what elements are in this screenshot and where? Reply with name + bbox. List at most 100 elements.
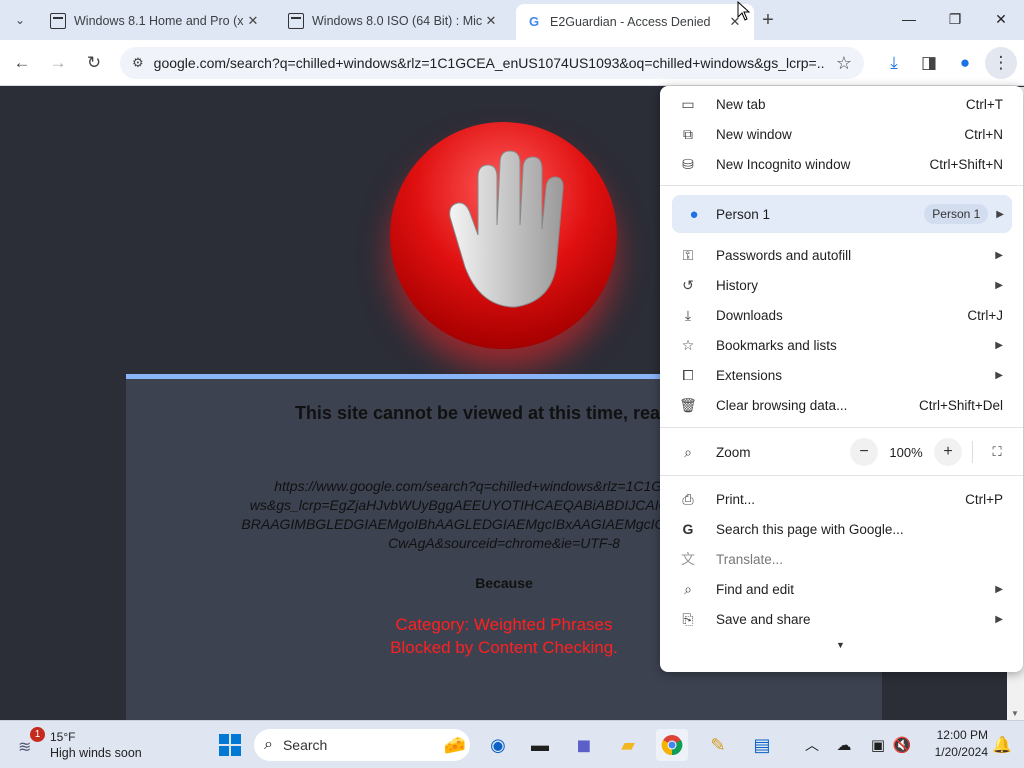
menu-item-translate[interactable]: 文 Translate...: [660, 544, 1023, 574]
restore-button[interactable]: ❐: [932, 0, 978, 38]
taskbar-app-notepad[interactable]: ▤: [746, 729, 778, 761]
chat-icon: ◼: [576, 734, 592, 755]
mouse-cursor-icon: [737, 1, 751, 21]
terminal-icon: ▬: [531, 734, 549, 755]
menu-item-find-edit[interactable]: ⌕ Find and edit ▶: [660, 574, 1023, 604]
zoom-level: 100%: [889, 444, 923, 460]
menu-item-incognito[interactable]: ⛁ New Incognito window Ctrl+Shift+N: [660, 149, 1023, 179]
arrow-left-icon: ←: [13, 53, 31, 72]
chevron-down-icon: ⌄: [14, 13, 26, 27]
menu-item-passwords[interactable]: ⚿ Passwords and autofill ▶: [660, 240, 1023, 270]
chevron-up-icon: ︿: [805, 737, 819, 753]
taskbar-app-chrome[interactable]: [656, 729, 688, 761]
menu-item-print[interactable]: ⎙ Print... Ctrl+P: [660, 484, 1023, 514]
close-icon: ✕: [995, 10, 1007, 27]
star-icon: ☆: [681, 336, 695, 353]
taskbar-app-paint[interactable]: ✎: [702, 729, 734, 761]
clock[interactable]: 12:00 PM 1/20/2024: [918, 727, 988, 761]
new-tab-icon: ▭: [681, 95, 695, 112]
menu-button[interactable]: ⋮: [985, 47, 1017, 79]
windows-icon: [219, 734, 241, 756]
puzzle-icon: ⧠: [682, 366, 694, 383]
google-icon: G: [682, 521, 694, 537]
tab-windows-80[interactable]: Windows 8.0 ISO (64 Bit) : Micr ✕: [278, 6, 510, 36]
restore-icon: ❐: [948, 10, 962, 27]
search-highlight-icon: 🧀: [443, 734, 466, 755]
chevron-right-icon: ▶: [996, 208, 1004, 220]
weather-widget[interactable]: ≋ 1 15°F High winds soon: [14, 727, 154, 761]
menu-scroll-down-icon[interactable]: ▼: [836, 640, 845, 650]
notifications-button[interactable]: 🔔: [986, 729, 1018, 761]
tab-e2guardian[interactable]: G E2Guardian - Access Denied ✕: [516, 4, 754, 40]
close-icon[interactable]: ✕: [482, 13, 500, 29]
temperature: 15°F: [50, 730, 76, 744]
download-icon: ⤓: [890, 53, 898, 72]
taskbar-app-teams[interactable]: ◼: [568, 729, 600, 761]
profile-button[interactable]: ●: [949, 47, 981, 79]
bell-icon: 🔔: [992, 737, 1012, 754]
incognito-icon: ⛁: [682, 155, 694, 172]
save-share-icon: ⎘: [682, 610, 694, 627]
chevron-right-icon: ▶: [995, 583, 1003, 595]
notepad-icon: ▤: [753, 734, 771, 755]
plus-icon: +: [762, 8, 774, 31]
menu-item-save-share[interactable]: ⎘ Save and share ▶: [660, 604, 1023, 634]
start-button[interactable]: [214, 729, 246, 761]
menu-item-bookmarks[interactable]: ☆ Bookmarks and lists ▶: [660, 330, 1023, 360]
person-icon: ●: [689, 205, 699, 223]
address-bar[interactable]: ⚙ google.com/search?q=chilled+windows&rl…: [120, 47, 864, 79]
google-icon: G: [528, 14, 540, 29]
minimize-icon: —: [902, 11, 916, 27]
menu-item-new-window[interactable]: ⧉ New window Ctrl+N: [660, 119, 1023, 149]
menu-item-person[interactable]: ● Person 1 Person 1 ▶: [672, 195, 1012, 233]
profile-chip: Person 1: [924, 204, 989, 224]
network-icon: ▣: [870, 737, 886, 754]
folder-icon: ▰: [621, 734, 635, 755]
side-panel-icon: ◨: [920, 53, 938, 72]
menu-item-history[interactable]: ↺ History ▶: [660, 270, 1023, 300]
downloads-button[interactable]: ⤓: [878, 47, 910, 79]
zoom-out-button[interactable]: −: [850, 438, 878, 466]
menu-separator: [660, 427, 1023, 428]
taskbar: ≋ 1 15°F High winds soon ⌕ Search 🧀 ◉ ▬ …: [0, 720, 1024, 768]
show-hidden-icons-button[interactable]: ︿: [796, 729, 828, 761]
taskbar-search[interactable]: ⌕ Search 🧀: [254, 729, 470, 761]
menu-item-zoom: ⌕ Zoom − 100% + ⛶: [660, 437, 1023, 467]
arrow-right-icon: →: [49, 53, 67, 72]
time: 12:00 PM: [936, 728, 988, 742]
taskbar-app-terminal[interactable]: ▬: [524, 729, 556, 761]
zoom-in-button[interactable]: +: [934, 438, 962, 466]
cloud-icon: ☁: [836, 737, 852, 754]
tab-search-button[interactable]: ⌄: [4, 4, 36, 36]
chrome-icon: [661, 735, 683, 756]
tray-volume[interactable]: 🔇: [886, 729, 918, 761]
fullscreen-button[interactable]: ⛶: [983, 438, 1011, 466]
chevron-right-icon: ▶: [995, 249, 1003, 261]
back-button[interactable]: ←: [6, 47, 38, 79]
more-vert-icon: ⋮: [992, 53, 1010, 72]
side-panel-button[interactable]: ◨: [913, 47, 945, 79]
menu-item-extensions[interactable]: ⧠ Extensions ▶: [660, 360, 1023, 390]
new-tab-button[interactable]: +: [752, 4, 784, 36]
weather-note: High winds soon: [50, 746, 142, 760]
zoom-divider: [972, 441, 973, 463]
page-icon: [288, 13, 304, 29]
site-info-icon[interactable]: ⚙: [132, 55, 144, 71]
minimize-button[interactable]: —: [886, 0, 932, 38]
menu-item-clear-data[interactable]: 🗑 Clear browsing data... Ctrl+Shift+Del: [660, 390, 1023, 420]
close-icon[interactable]: ✕: [244, 13, 262, 29]
taskbar-app-explorer[interactable]: ▰: [612, 729, 644, 761]
taskbar-app-copilot[interactable]: ◉: [482, 729, 514, 761]
menu-separator: [660, 475, 1023, 476]
zoom-icon: ⌕: [684, 443, 692, 460]
reload-button[interactable]: ↻: [78, 47, 110, 79]
menu-item-search-google[interactable]: G Search this page with Google...: [660, 514, 1023, 544]
tab-windows-81[interactable]: Windows 8.1 Home and Pro (x6 ✕: [40, 6, 272, 36]
menu-item-downloads[interactable]: ⤓ Downloads Ctrl+J: [660, 300, 1023, 330]
forward-button[interactable]: →: [42, 47, 74, 79]
address-url[interactable]: google.com/search?q=chilled+windows&rlz=…: [154, 55, 824, 71]
star-icon[interactable]: ☆: [836, 53, 852, 74]
tray-onedrive[interactable]: ☁: [828, 729, 860, 761]
close-window-button[interactable]: ✕: [978, 0, 1024, 38]
menu-item-new-tab[interactable]: ▭ New tab Ctrl+T: [660, 89, 1023, 119]
